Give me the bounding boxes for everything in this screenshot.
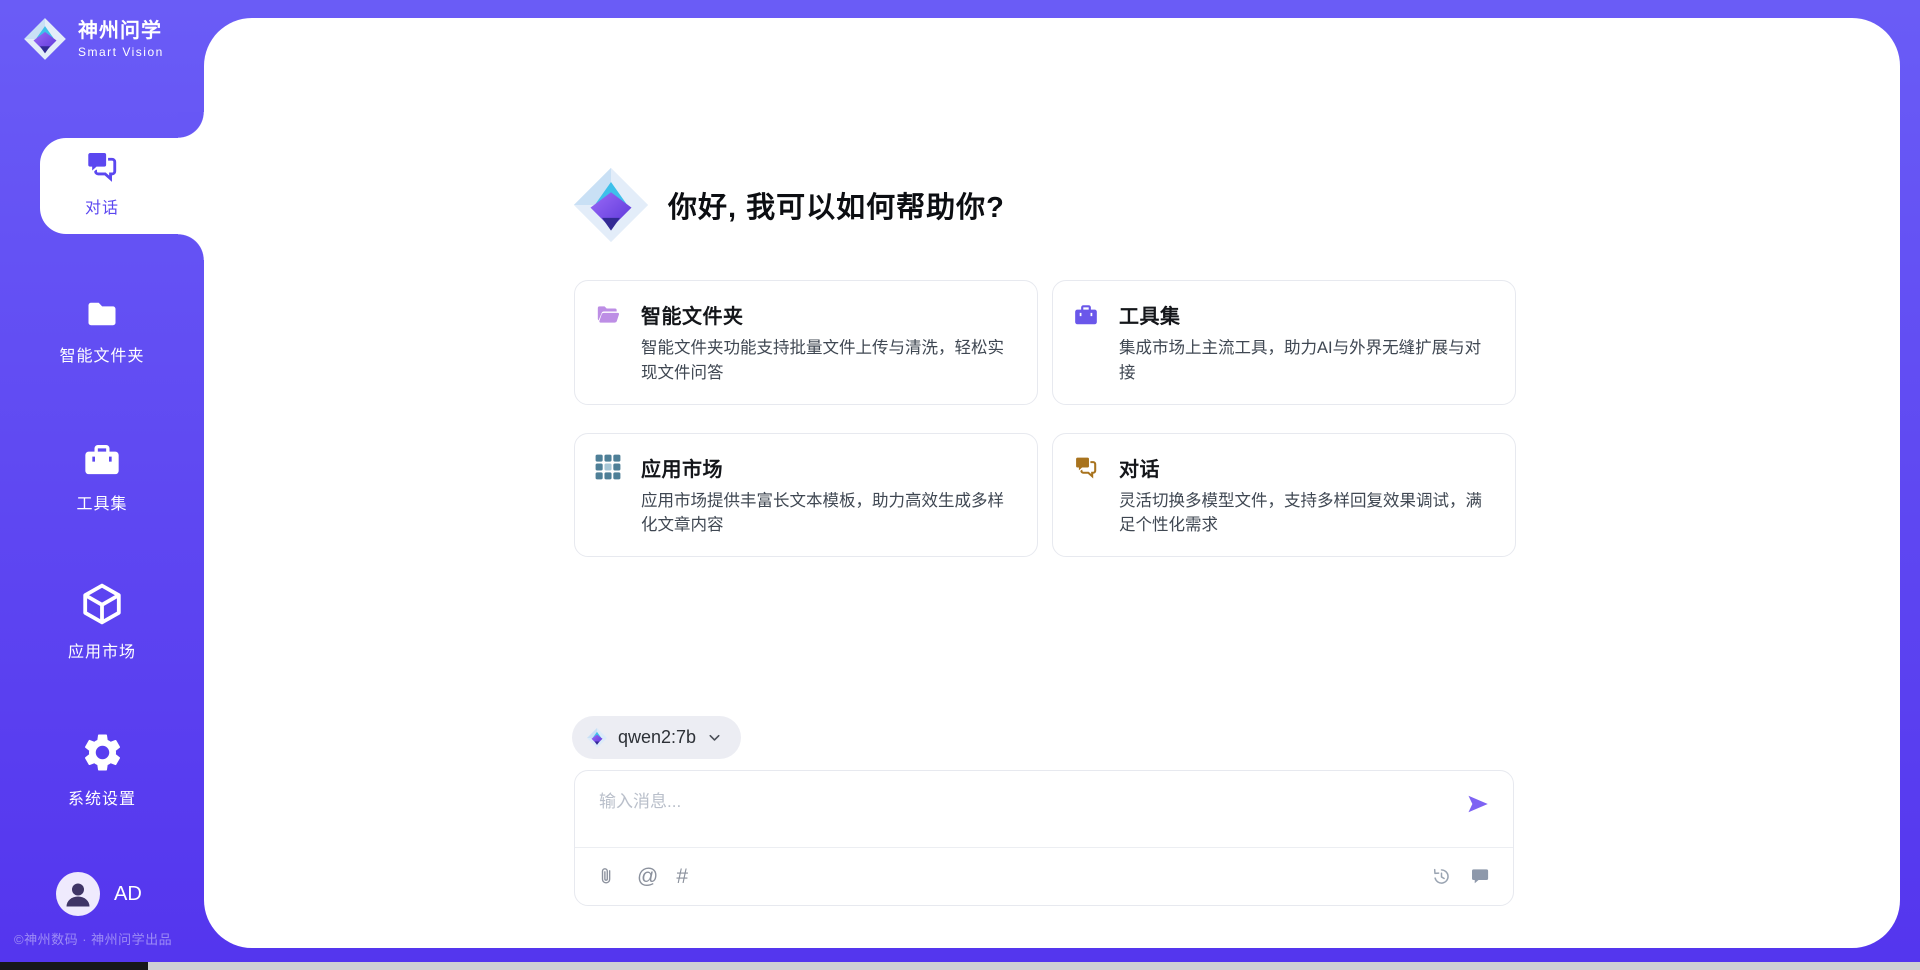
chat-icon bbox=[1073, 454, 1099, 480]
at-icon[interactable]: @ bbox=[637, 866, 658, 887]
scrollbar-corner bbox=[0, 962, 148, 970]
card-toolkit[interactable]: 工具集 集成市场上主流工具，助力AI与外界无缝扩展与对接 bbox=[1052, 280, 1516, 405]
brand-diamond-logo-icon bbox=[22, 16, 68, 62]
brand-subtitle: Smart Vision bbox=[78, 45, 164, 59]
diamond-logo-icon bbox=[586, 727, 608, 749]
folder-open-icon bbox=[595, 302, 621, 328]
paperclip-icon[interactable] bbox=[597, 866, 619, 888]
hash-icon[interactable]: # bbox=[676, 866, 688, 887]
brand: 神州问学 Smart Vision bbox=[22, 16, 164, 62]
card-title: 应用市场 bbox=[641, 453, 723, 482]
card-smart-folder[interactable]: 智能文件夹 智能文件夹功能支持批量文件上传与清洗，轻松实现文件问答 bbox=[574, 280, 1038, 405]
briefcase-icon bbox=[82, 440, 122, 480]
gear-icon bbox=[80, 730, 125, 775]
history-icon[interactable] bbox=[1431, 866, 1452, 887]
horizontal-scrollbar[interactable] bbox=[0, 962, 1920, 970]
chat-icon bbox=[84, 148, 120, 184]
greeting-title: 你好, 我可以如何帮助你? bbox=[668, 184, 1005, 226]
model-name: qwen2:7b bbox=[618, 727, 696, 748]
sidebar-item-toolkit[interactable]: 工具集 bbox=[0, 440, 204, 514]
greeting-diamond-logo-icon bbox=[570, 164, 652, 246]
sidebar-item-chat[interactable]: 对话 bbox=[0, 148, 204, 218]
greeting: 你好, 我可以如何帮助你? bbox=[570, 164, 1005, 246]
user-profile[interactable]: AD bbox=[56, 872, 142, 916]
card-title: 智能文件夹 bbox=[641, 300, 744, 329]
sidebar-item-label: 应用市场 bbox=[68, 638, 136, 662]
chat-bubble-icon[interactable] bbox=[1470, 866, 1491, 887]
composer-toolbar: @ # bbox=[575, 847, 1513, 905]
avatar bbox=[56, 872, 100, 916]
card-title: 对话 bbox=[1119, 453, 1160, 482]
sidebar-footer: ©神州数码 · 神州问学出品 bbox=[14, 929, 204, 948]
send-icon[interactable] bbox=[1465, 791, 1491, 817]
card-description: 智能文件夹功能支持批量文件上传与清洗，轻松实现文件问答 bbox=[641, 336, 1017, 386]
card-app-market[interactable]: 应用市场 应用市场提供丰富长文本模板，助力高效生成多样化文章内容 bbox=[574, 433, 1038, 558]
briefcase-icon bbox=[1073, 302, 1099, 328]
grid-icon bbox=[595, 454, 621, 480]
model-selector[interactable]: qwen2:7b bbox=[572, 716, 741, 759]
brand-text: 神州问学 Smart Vision bbox=[78, 20, 164, 59]
user-initials: AD bbox=[114, 883, 142, 906]
sidebar-item-settings[interactable]: 系统设置 bbox=[0, 730, 204, 809]
chevron-down-icon bbox=[706, 729, 723, 746]
brand-name: 神州问学 bbox=[78, 20, 164, 43]
sidebar-item-app-market[interactable]: 应用市场 bbox=[0, 580, 204, 662]
sidebar-item-label: 系统设置 bbox=[68, 785, 136, 809]
feature-cards: 智能文件夹 智能文件夹功能支持批量文件上传与清洗，轻松实现文件问答 工具集 集成… bbox=[574, 280, 1516, 557]
sidebar-item-smart-folder[interactable]: 智能文件夹 bbox=[0, 296, 204, 366]
composer: @ # bbox=[574, 770, 1514, 906]
card-title: 工具集 bbox=[1119, 300, 1181, 329]
sidebar-item-label: 工具集 bbox=[76, 490, 127, 514]
app-root: 神州问学 Smart Vision 对话 智能文件夹 bbox=[0, 0, 1920, 970]
sidebar-item-label: 对话 bbox=[85, 194, 119, 218]
card-description: 灵活切换多模型文件，支持多样回复效果调试，满足个性化需求 bbox=[1119, 489, 1495, 539]
message-input[interactable] bbox=[597, 785, 1451, 845]
card-chat[interactable]: 对话 灵活切换多模型文件，支持多样回复效果调试，满足个性化需求 bbox=[1052, 433, 1516, 558]
card-description: 集成市场上主流工具，助力AI与外界无缝扩展与对接 bbox=[1119, 336, 1495, 386]
sidebar: 神州问学 Smart Vision 对话 智能文件夹 bbox=[0, 0, 204, 970]
sidebar-item-label: 智能文件夹 bbox=[59, 342, 144, 366]
card-description: 应用市场提供丰富长文本模板，助力高效生成多样化文章内容 bbox=[641, 489, 1017, 539]
folder-icon bbox=[84, 296, 120, 332]
cube-icon bbox=[78, 580, 126, 628]
